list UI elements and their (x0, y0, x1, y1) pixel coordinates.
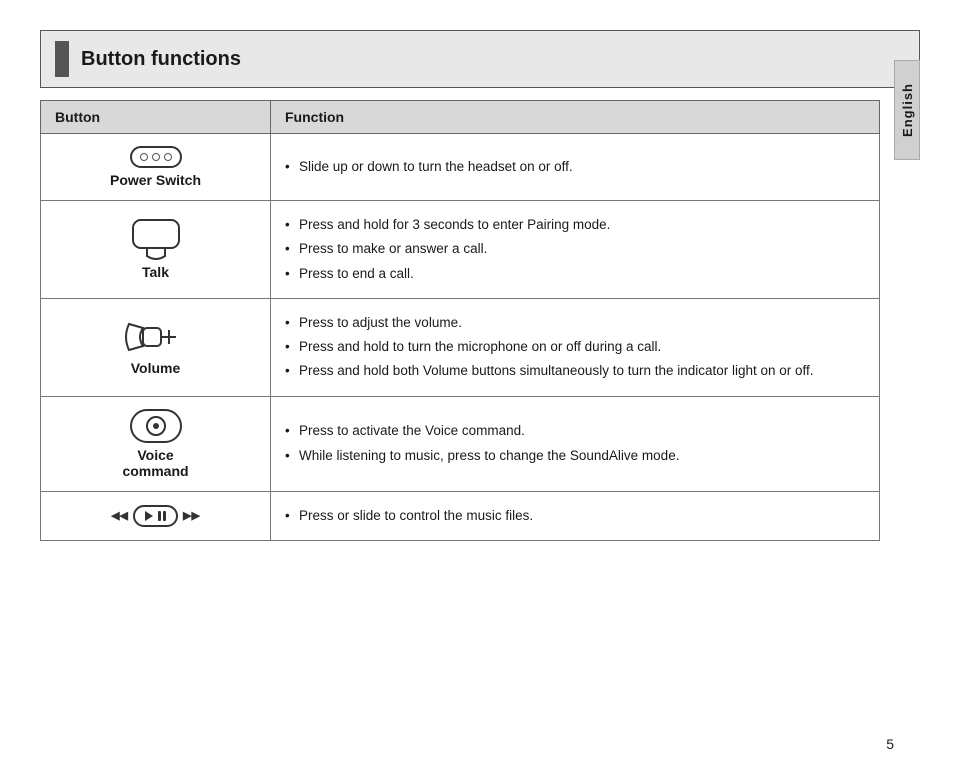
volume-icon-wrap: Volume (55, 318, 256, 376)
play-triangle-icon (145, 511, 153, 521)
section-title: Button functions (81, 48, 241, 71)
button-cell-power: Power Switch (41, 134, 271, 201)
list-item: Press to end a call. (285, 262, 865, 286)
music-icon-wrap: ◀◀ ▶▶ (55, 505, 256, 527)
pause-bar-right (163, 511, 166, 521)
talk-label: Talk (142, 264, 169, 280)
header-bar-decoration (55, 41, 69, 77)
list-item: Press and hold for 3 seconds to enter Pa… (285, 213, 865, 237)
voice-command-icon (130, 409, 182, 443)
list-item: While listening to music, press to chang… (285, 444, 865, 468)
english-tab-label: English (900, 83, 915, 137)
voice-label: Voice command (122, 447, 188, 479)
list-item: Press to adjust the volume. (285, 311, 865, 335)
function-cell-power: Slide up or down to turn the headset on … (271, 134, 880, 201)
col-header-button: Button (41, 101, 271, 134)
list-item: Press or slide to control the music file… (285, 504, 865, 528)
play-pause-icon (133, 505, 178, 527)
col-header-function: Function (271, 101, 880, 134)
table-row: Volume Press to adjust the volume. Press… (41, 298, 880, 396)
power-switch-icon (130, 146, 182, 168)
table-row: Power Switch Slide up or down to turn th… (41, 134, 880, 201)
button-cell-volume: Volume (41, 298, 271, 396)
pause-bars-icon (158, 511, 166, 521)
page-number: 5 (886, 736, 894, 752)
talk-function-list: Press and hold for 3 seconds to enter Pa… (285, 213, 865, 286)
list-item: Slide up or down to turn the headset on … (285, 155, 865, 179)
volume-icon (121, 318, 191, 356)
power-dot-1 (140, 153, 148, 161)
table-row: Voice command Press to activate the Voic… (41, 396, 880, 491)
voice-inner-circle (146, 416, 166, 436)
skip-forward-icon: ▶▶ (183, 509, 200, 522)
power-switch-icon-wrap: Power Switch (55, 146, 256, 188)
button-functions-table: Button Function Power Switch (40, 100, 880, 541)
volume-label: Volume (131, 360, 181, 376)
function-cell-talk: Press and hold for 3 seconds to enter Pa… (271, 201, 880, 299)
table-row: ◀◀ ▶▶ (41, 491, 880, 540)
button-cell-music: ◀◀ ▶▶ (41, 491, 271, 540)
list-item: Press and hold to turn the microphone on… (285, 335, 865, 359)
voice-icon-wrap: Voice command (55, 409, 256, 479)
function-cell-voice: Press to activate the Voice command. Whi… (271, 396, 880, 491)
voice-center-dot (153, 423, 159, 429)
english-tab: English (894, 60, 920, 160)
list-item: Press to make or answer a call. (285, 237, 865, 261)
power-dot-2 (152, 153, 160, 161)
skip-back-icon: ◀◀ (111, 509, 128, 522)
button-cell-talk: Talk (41, 201, 271, 299)
power-function-list: Slide up or down to turn the headset on … (285, 155, 865, 179)
list-item: Press and hold both Volume buttons simul… (285, 359, 865, 383)
section-header: Button functions (40, 30, 920, 88)
volume-function-list: Press to adjust the volume. Press and ho… (285, 311, 865, 384)
button-cell-voice: Voice command (41, 396, 271, 491)
function-cell-volume: Press to adjust the volume. Press and ho… (271, 298, 880, 396)
talk-icon (127, 218, 185, 260)
talk-icon-wrap: Talk (55, 218, 256, 280)
music-controls-icon: ◀◀ ▶▶ (111, 505, 200, 527)
function-cell-music: Press or slide to control the music file… (271, 491, 880, 540)
music-function-list: Press or slide to control the music file… (285, 504, 865, 528)
table-row: Talk Press and hold for 3 seconds to ent… (41, 201, 880, 299)
power-switch-label: Power Switch (110, 172, 201, 188)
pause-bar-left (158, 511, 161, 521)
list-item: Press to activate the Voice command. (285, 419, 865, 443)
voice-function-list: Press to activate the Voice command. Whi… (285, 419, 865, 468)
power-dot-3 (164, 153, 172, 161)
